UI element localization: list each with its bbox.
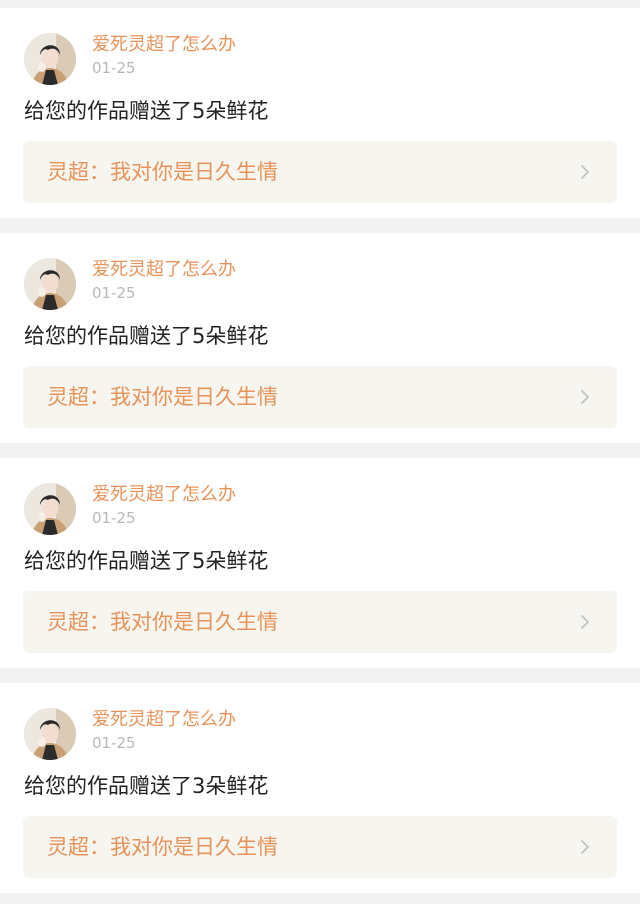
timestamp: 01-25	[92, 284, 136, 302]
notification-card: 爱死灵超了怎么办 01-25 给您的作品赠送了5朵鲜花 灵超：我对你是日久生情	[0, 8, 640, 218]
user-avatar[interactable]	[24, 258, 76, 310]
work-link-card[interactable]: 灵超：我对你是日久生情	[23, 591, 617, 653]
username[interactable]: 爱死灵超了怎么办	[92, 259, 236, 281]
notification-message: 给您的作品赠送了5朵鲜花	[24, 549, 269, 573]
work-title: 灵超：我对你是日久生情	[47, 610, 278, 634]
notification-card: 爱死灵超了怎么办 01-25 给您的作品赠送了5朵鲜花 灵超：我对你是日久生情	[0, 233, 640, 443]
work-link-card[interactable]: 灵超：我对你是日久生情	[23, 366, 617, 428]
user-avatar[interactable]	[24, 33, 76, 85]
work-link-card[interactable]: 灵超：我对你是日久生情	[23, 141, 617, 203]
user-avatar[interactable]	[24, 708, 76, 760]
notification-card: 爱死灵超了怎么办 01-25 给您的作品赠送了3朵鲜花 灵超：我对你是日久生情	[0, 683, 640, 893]
timestamp: 01-25	[92, 509, 136, 527]
work-title: 灵超：我对你是日久生情	[47, 835, 278, 859]
timestamp: 01-25	[92, 59, 136, 77]
username[interactable]: 爱死灵超了怎么办	[92, 709, 236, 731]
notification-feed: 爱死灵超了怎么办 01-25 给您的作品赠送了5朵鲜花 灵超：我对你是日久生情	[0, 8, 640, 893]
work-link-card[interactable]: 灵超：我对你是日久生情	[23, 816, 617, 878]
work-title: 灵超：我对你是日久生情	[47, 385, 278, 409]
notification-message: 给您的作品赠送了3朵鲜花	[24, 774, 269, 798]
user-avatar[interactable]	[24, 483, 76, 535]
chevron-right-icon	[577, 839, 593, 855]
chevron-right-icon	[577, 614, 593, 630]
notification-message: 给您的作品赠送了5朵鲜花	[24, 324, 269, 348]
chevron-right-icon	[577, 164, 593, 180]
notification-card: 爱死灵超了怎么办 01-25 给您的作品赠送了5朵鲜花 灵超：我对你是日久生情	[0, 458, 640, 668]
work-title: 灵超：我对你是日久生情	[47, 160, 278, 184]
timestamp: 01-25	[92, 734, 136, 752]
username[interactable]: 爱死灵超了怎么办	[92, 484, 236, 506]
notification-message: 给您的作品赠送了5朵鲜花	[24, 99, 269, 123]
chevron-right-icon	[577, 389, 593, 405]
username[interactable]: 爱死灵超了怎么办	[92, 34, 236, 56]
